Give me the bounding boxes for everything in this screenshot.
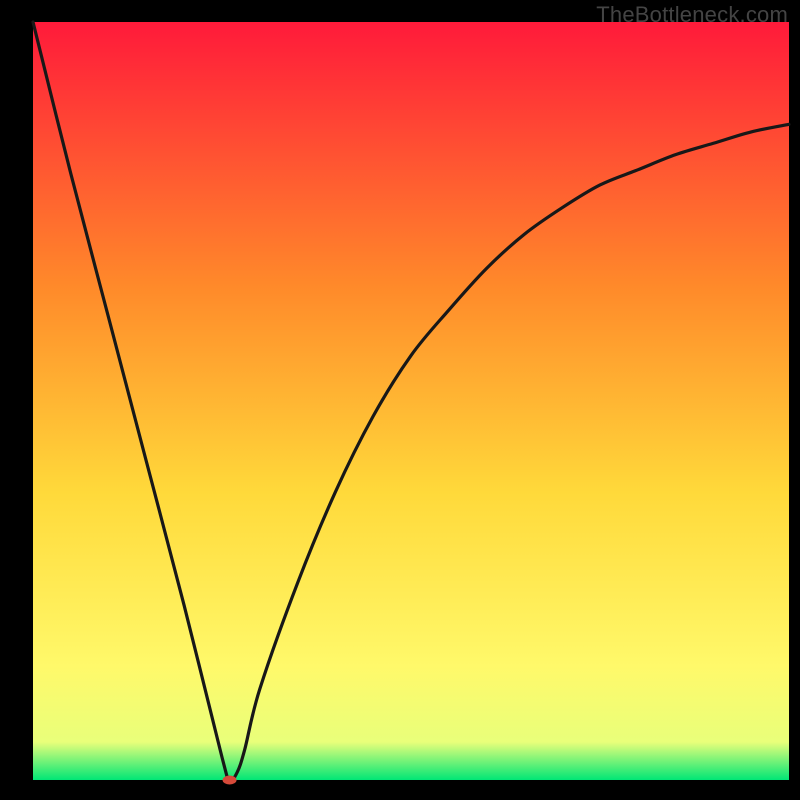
bottleneck-chart: [0, 0, 800, 800]
plot-background: [33, 22, 789, 780]
min-point-marker: [223, 776, 237, 785]
chart-container: TheBottleneck.com: [0, 0, 800, 800]
watermark-label: TheBottleneck.com: [596, 2, 788, 28]
